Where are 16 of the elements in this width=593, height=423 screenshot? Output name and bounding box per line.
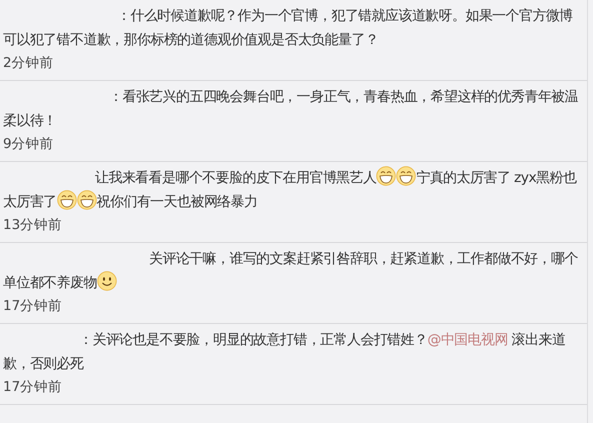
comment-text: ：关评论也是不要脸，明显的故意打错，正常人会打错姓？@中国电视网 滚出来道歉，否则必死 [3, 331, 566, 374]
mention-link[interactable]: @中国电视网 [427, 332, 508, 348]
grin-emoji-icon [396, 166, 416, 186]
comment-text: 让我来看看是哪个不要脸的皮下在用官博黑艺人 宁真的太厉害了 zyx黑粉也太厉害了 祝你们有一天也被网络暴力 [3, 166, 581, 214]
grin-emoji-icon [376, 166, 396, 186]
grin-emoji-icon [76, 190, 97, 210]
timestamp: 17分钟前 [3, 378, 64, 397]
timestamp: 2分钟前 [3, 54, 55, 73]
comment-text: 关评论干嘛，谁写的文案赶紧引咎辞职，赶紧道歉，工作都做不好，哪个单位都不养废物 [3, 250, 579, 293]
grin-emoji-icon [56, 190, 77, 210]
timestamp: 9分钟前 [3, 135, 55, 154]
comment-text: ：看张艺兴的五四晚会舞台吧，一身正气，青春热血，希望这样的优秀青年被温柔以待！ [3, 88, 580, 131]
timestamp: 17分钟前 [3, 297, 64, 316]
smile-emoji-icon [96, 271, 117, 291]
timestamp: 13分钟前 [3, 216, 64, 235]
comment-text: ：什么时候道歉呢？作为一个官博，犯了错就应该道歉呀。如果一个官方微博可以犯了错不道歉，那你标榜的道德观价值观是否太负能量了？ [3, 7, 574, 50]
